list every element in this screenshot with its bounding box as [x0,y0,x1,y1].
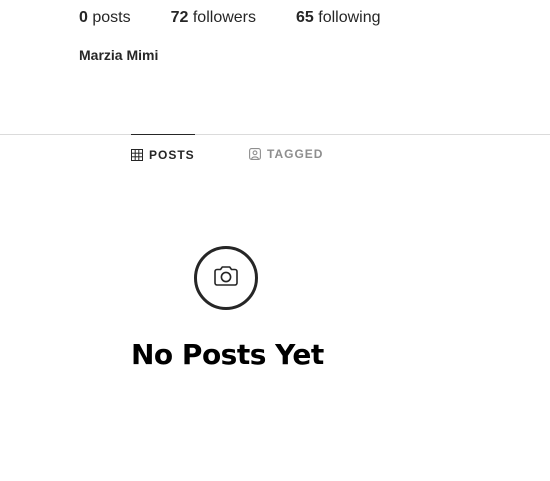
tab-posts[interactable]: POSTS [131,134,195,174]
camera-icon [213,265,239,292]
profile-full-name: Marzia Mimi [79,47,159,63]
grid-icon [131,148,143,161]
posts-count: 0 [79,9,88,26]
posts-stat: 0 posts [79,8,131,28]
tab-tagged-label: TAGGED [267,147,324,161]
profile-stats: 0 posts 72 followers 65 following [79,8,421,28]
following-stat[interactable]: 65 following [296,8,381,28]
followers-stat[interactable]: 72 followers [171,8,256,28]
camera-icon-ring [194,246,258,310]
profile-tabs: POSTS TAGGED [0,134,550,174]
tab-posts-label: POSTS [149,147,195,162]
followers-count[interactable]: 72 [171,9,189,26]
posts-label: posts [92,9,131,26]
following-count[interactable]: 65 [296,9,314,26]
tagged-user-icon [249,148,261,160]
following-label[interactable]: following [318,9,380,26]
empty-state-title: No Posts Yet [131,338,324,371]
followers-label[interactable]: followers [193,9,256,26]
tab-tagged[interactable]: TAGGED [249,134,323,174]
